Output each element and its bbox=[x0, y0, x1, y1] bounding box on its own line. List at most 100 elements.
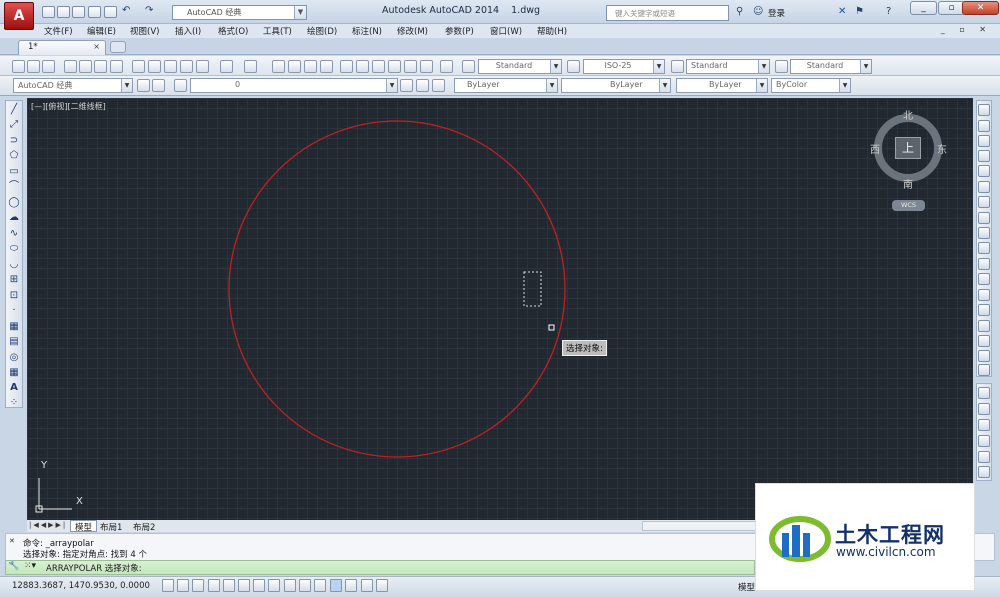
minimize-button[interactable]: _ bbox=[910, 1, 937, 15]
tab-model[interactable]: 模型 bbox=[70, 520, 98, 533]
copy-object-icon[interactable] bbox=[978, 120, 990, 132]
viewcube-top-face[interactable]: 上 bbox=[895, 137, 921, 159]
maximize-button[interactable]: ▫ bbox=[938, 1, 965, 15]
menu-help[interactable]: 帮助(H) bbox=[537, 25, 567, 37]
multileader-style-dropdown[interactable]: Standard ▼ bbox=[790, 59, 872, 74]
save-icon[interactable] bbox=[72, 6, 85, 18]
line-icon[interactable]: ╱ bbox=[8, 104, 20, 116]
pan-icon[interactable] bbox=[272, 60, 285, 73]
stretch-icon[interactable] bbox=[978, 227, 990, 239]
annotation-monitor-toggle[interactable] bbox=[376, 579, 388, 592]
blend-curves-icon[interactable] bbox=[978, 350, 990, 362]
bring-above-icon[interactable] bbox=[978, 419, 990, 431]
region-icon[interactable]: ◎ bbox=[8, 352, 20, 364]
infer-constraints-toggle[interactable] bbox=[162, 579, 174, 592]
sheet-set-icon[interactable] bbox=[388, 60, 401, 73]
3d-print-icon[interactable] bbox=[110, 60, 123, 73]
workspace-selector[interactable]: AutoCAD 经典 ▼ bbox=[13, 78, 133, 93]
ellipse-arc-icon[interactable]: ◡ bbox=[8, 259, 20, 271]
scale-icon[interactable] bbox=[978, 212, 990, 224]
move-icon[interactable] bbox=[978, 181, 990, 193]
multileader-style-icon[interactable] bbox=[775, 60, 788, 73]
point-icon[interactable]: · bbox=[8, 305, 20, 317]
chamfer-icon[interactable] bbox=[978, 320, 990, 332]
print-icon[interactable] bbox=[104, 6, 117, 18]
close-command-icon[interactable]: ✕ bbox=[9, 537, 15, 545]
plot-preview-icon[interactable] bbox=[79, 60, 92, 73]
viewcube-west[interactable]: 西 bbox=[870, 141, 880, 156]
transparency-toggle[interactable] bbox=[330, 579, 342, 592]
exchange-icon[interactable]: ✕ bbox=[838, 6, 846, 17]
trim-icon[interactable] bbox=[978, 242, 990, 254]
calculator-icon[interactable] bbox=[420, 60, 433, 73]
publish-icon[interactable] bbox=[94, 60, 107, 73]
text-style-icon[interactable] bbox=[462, 60, 475, 73]
menu-view[interactable]: 视图(V) bbox=[130, 25, 159, 37]
lineweight-toggle[interactable] bbox=[314, 579, 326, 592]
ellipse-icon[interactable]: ⬭ bbox=[8, 243, 20, 255]
menu-modify[interactable]: 修改(M) bbox=[397, 25, 428, 37]
menu-format[interactable]: 格式(O) bbox=[218, 25, 248, 37]
spline-icon[interactable]: ∿ bbox=[8, 228, 20, 240]
match-properties-icon[interactable] bbox=[180, 60, 193, 73]
search-input[interactable]: 键入关键字或短语 bbox=[606, 5, 729, 21]
text-style-dropdown[interactable]: Standard ▼ bbox=[478, 59, 562, 74]
offset-icon[interactable] bbox=[978, 150, 990, 162]
layer-previous-icon[interactable] bbox=[416, 79, 429, 92]
gradient-icon[interactable]: ▤ bbox=[8, 336, 20, 348]
qnew-icon[interactable] bbox=[12, 60, 25, 73]
cut-icon[interactable] bbox=[132, 60, 145, 73]
redo-icon[interactable]: ↷ bbox=[145, 5, 153, 16]
dynamic-input-toggle[interactable] bbox=[299, 579, 311, 592]
wrench-icon[interactable]: 🔧 bbox=[8, 561, 19, 571]
menu-file[interactable]: 文件(F) bbox=[44, 25, 73, 37]
snap-mode-toggle[interactable] bbox=[177, 579, 189, 592]
markup-icon[interactable] bbox=[404, 60, 417, 73]
send-under-icon[interactable] bbox=[978, 435, 990, 447]
layer-properties-icon[interactable] bbox=[174, 79, 187, 92]
make-current-layer-icon[interactable] bbox=[400, 79, 413, 92]
drawing-canvas[interactable]: [—][俯视][二维线框] 选择对象: 北 南 东 西 上 WCS Y X bbox=[27, 98, 973, 520]
share-icon[interactable]: ⚑ bbox=[855, 6, 864, 17]
plotstyle-dropdown[interactable]: ByColor ▼ bbox=[771, 78, 851, 93]
close-icon[interactable]: × bbox=[93, 42, 100, 51]
menu-parameters[interactable]: 参数(P) bbox=[445, 25, 474, 37]
customize-icon[interactable] bbox=[152, 79, 165, 92]
hatch-to-back-icon[interactable] bbox=[978, 466, 990, 478]
binoculars-icon[interactable]: ⚲ bbox=[736, 6, 743, 17]
paste-icon[interactable] bbox=[164, 60, 177, 73]
save-as-icon[interactable] bbox=[88, 6, 101, 18]
help-toolbar-icon[interactable] bbox=[440, 60, 453, 73]
application-menu-button[interactable]: A bbox=[4, 2, 34, 30]
model-space-button[interactable]: 模型 bbox=[738, 581, 755, 593]
multiline-text-icon[interactable]: A bbox=[8, 382, 20, 394]
dynamic-ucs-toggle[interactable] bbox=[284, 579, 296, 592]
block-editor-icon[interactable] bbox=[196, 60, 209, 73]
close-window-button[interactable]: ✕ bbox=[962, 1, 999, 15]
object-snap-tracking-toggle[interactable] bbox=[268, 579, 280, 592]
new-tab-button[interactable] bbox=[110, 41, 126, 53]
polygon-icon[interactable]: ⬠ bbox=[8, 150, 20, 162]
erase-icon[interactable] bbox=[978, 104, 990, 116]
color-dropdown[interactable]: ByLayer ▼ bbox=[454, 78, 558, 93]
3d-object-snap-toggle[interactable] bbox=[253, 579, 265, 592]
linetype-dropdown[interactable]: ByLayer ▼ bbox=[561, 78, 671, 93]
polyline-icon[interactable]: ⊃ bbox=[8, 135, 20, 147]
tool-palettes-icon[interactable] bbox=[372, 60, 385, 73]
new-icon[interactable] bbox=[42, 6, 55, 18]
break-at-point-icon[interactable] bbox=[978, 273, 990, 285]
selection-cycling-toggle[interactable] bbox=[361, 579, 373, 592]
join-icon[interactable] bbox=[978, 304, 990, 316]
viewcube-south[interactable]: 南 bbox=[903, 176, 913, 191]
redo-toolbar-icon[interactable] bbox=[244, 60, 257, 73]
undo-icon[interactable]: ↶ bbox=[122, 5, 130, 16]
menu-dimension[interactable]: 标注(N) bbox=[352, 25, 382, 37]
grid-display-toggle[interactable] bbox=[192, 579, 204, 592]
tab-layout2[interactable]: 布局2 bbox=[133, 521, 155, 533]
layer-states-icon[interactable] bbox=[432, 79, 445, 92]
explode-icon[interactable] bbox=[978, 364, 990, 376]
quick-properties-toggle[interactable] bbox=[345, 579, 357, 592]
menu-tools[interactable]: 工具(T) bbox=[263, 25, 292, 37]
polar-tracking-toggle[interactable] bbox=[223, 579, 235, 592]
arc-icon[interactable]: ⌒ bbox=[8, 181, 20, 193]
